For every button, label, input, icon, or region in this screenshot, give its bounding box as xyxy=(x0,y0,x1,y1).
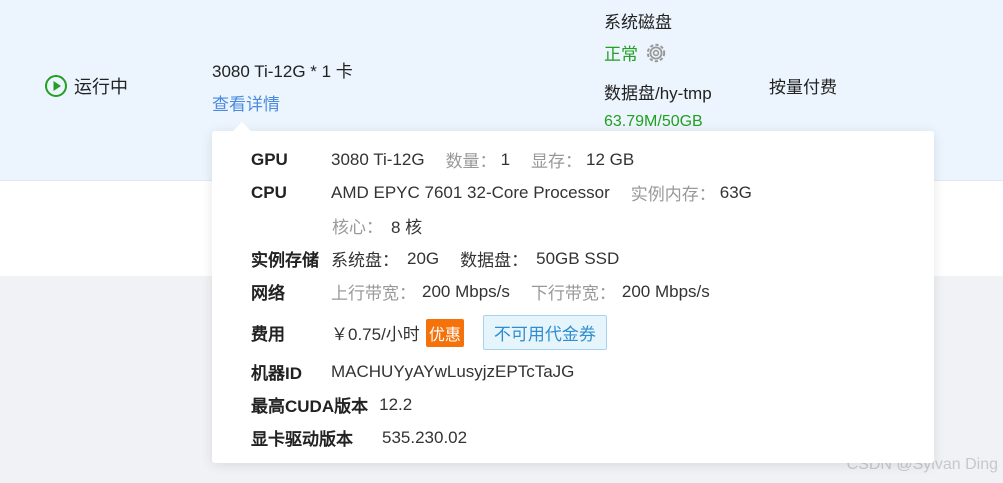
gpu-model: 3080 Ti-12G xyxy=(331,149,425,169)
uplink-bandwidth: 200 Mbps/s xyxy=(422,281,510,301)
view-details-link[interactable]: 查看详情 xyxy=(212,90,280,115)
cuda-key: 最高CUDA版本 xyxy=(251,397,369,416)
downlink-label: 下行带宽： xyxy=(530,284,616,303)
data-disk-label: 数据盘/hy-tmp xyxy=(604,84,712,103)
cpu-mem: 63G xyxy=(719,182,752,202)
gpu-count: 1 xyxy=(500,149,511,169)
data-disk-size-label: 数据盘： xyxy=(460,251,529,270)
gear-icon[interactable] xyxy=(644,41,668,65)
cost-key: 费用 xyxy=(251,325,285,344)
uplink-label: 上行带宽： xyxy=(331,284,416,303)
system-disk-size: 20G xyxy=(407,248,440,268)
play-circle-icon xyxy=(44,74,68,98)
system-disk-size-label: 系统盘： xyxy=(331,251,399,270)
gpu-key: GPU xyxy=(251,149,288,169)
cuda-version: 12.2 xyxy=(379,394,413,414)
system-disk-status-text: 正常 xyxy=(604,45,638,64)
popover-row-driver: 显卡驱动版本 535.230.02 xyxy=(251,425,467,450)
discount-badge: 优惠 xyxy=(425,318,464,347)
cpu-cores-label: 核心： xyxy=(332,218,383,237)
system-disk-label: 系统磁盘 xyxy=(604,13,672,32)
popover-row-cores: 核心： 8 核 xyxy=(332,213,422,238)
cpu-model: AMD EPYC 7601 32-Core Processor xyxy=(331,182,610,202)
cpu-cores: 8 核 xyxy=(391,218,423,237)
popover-row-storage: 实例存储 系统盘： 20G 数据盘： 50GB SSD xyxy=(251,246,619,271)
gpu-vram: 12 GB xyxy=(586,149,635,169)
instance-status-text: 运行中 xyxy=(74,77,128,97)
network-key: 网络 xyxy=(251,284,285,303)
popover-row-cuda: 最高CUDA版本 12.2 xyxy=(251,392,412,417)
downlink-bandwidth: 200 Mbps/s xyxy=(621,281,710,301)
popover-row-machine-id: 机器ID MACHUYyAYwLusyjzEPTcTaJG xyxy=(251,359,574,384)
cpu-key: CPU xyxy=(251,182,287,202)
gpu-count-label: 数量： xyxy=(445,152,497,171)
data-disk-usage: 63.79M/50GB xyxy=(604,113,703,130)
popover-arrow xyxy=(232,122,252,132)
driver-key: 显卡驱动版本 xyxy=(251,430,353,449)
voucher-unavailable-badge: 不可用代金券 xyxy=(482,315,607,350)
cpu-mem-label: 实例内存： xyxy=(630,185,716,204)
billing-mode: 按量付费 xyxy=(769,78,837,97)
hourly-price: ￥0.75/小时 xyxy=(331,325,420,344)
data-disk-size: 50GB SSD xyxy=(536,248,620,268)
gpu-summary: 3080 Ti-12G * 1 卡 xyxy=(212,62,353,81)
popover-row-network: 网络 上行带宽： 200 Mbps/s 下行带宽： 200 Mbps/s xyxy=(251,279,710,304)
machine-id-value: MACHUYyAYwLusyjzEPTcTaJG xyxy=(331,361,575,381)
details-popover: GPU 3080 Ti-12G 数量： 1 显存： 12 GB CPU AMD … xyxy=(212,131,934,463)
system-disk-status: 正常 xyxy=(604,40,668,65)
storage-key: 实例存储 xyxy=(251,251,319,270)
popover-row-cost: 费用 ￥0.75/小时 优惠 不可用代金券 xyxy=(251,315,607,350)
gpu-vram-label: 显存： xyxy=(531,152,583,171)
popover-row-gpu: GPU 3080 Ti-12G 数量： 1 显存： 12 GB xyxy=(251,147,634,172)
machine-id-key: 机器ID xyxy=(251,364,302,383)
instance-status: 运行中 xyxy=(44,73,128,99)
driver-version: 535.230.02 xyxy=(382,427,468,447)
popover-row-cpu: CPU AMD EPYC 7601 32-Core Processor 实例内存… xyxy=(251,180,752,205)
